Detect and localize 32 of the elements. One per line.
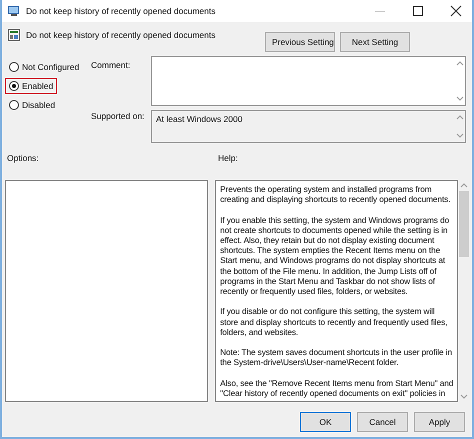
policy-name: Do not keep history of recently opened documents bbox=[26, 30, 216, 40]
scroll-up-icon[interactable] bbox=[456, 60, 464, 66]
supported-label: Supported on: bbox=[91, 111, 146, 121]
options-label: Options: bbox=[6, 153, 40, 163]
dialog-button[interactable]: Cancel bbox=[357, 412, 408, 432]
scroll-down-icon[interactable] bbox=[460, 394, 468, 400]
nav-button[interactable]: Next Setting bbox=[340, 32, 410, 52]
maximize-icon[interactable] bbox=[412, 5, 424, 17]
dialog-button[interactable]: Apply bbox=[414, 412, 465, 432]
help-paragraph: Also, see the "Remove Recent Items menu from Start Menu" and "Clear history of recently opened documents on exit" policies in bbox=[220, 378, 454, 398]
comment-label: Comment: bbox=[91, 60, 132, 70]
radio-option[interactable]: Disabled bbox=[5, 97, 60, 113]
policy-icon bbox=[8, 29, 20, 41]
scroll-down-icon[interactable] bbox=[456, 133, 464, 139]
close-icon[interactable] bbox=[450, 5, 462, 17]
radio-option[interactable]: Not Configured bbox=[5, 59, 84, 75]
comment-field[interactable] bbox=[151, 56, 466, 106]
help-paragraph: Prevents the operating system and installed programs from creating and displaying shortcuts to recently opened documents. bbox=[220, 184, 452, 204]
scrollbar-thumb[interactable] bbox=[458, 191, 468, 257]
scroll-down-icon[interactable] bbox=[456, 96, 464, 102]
app-icon bbox=[7, 5, 21, 17]
dialog-button[interactable]: OK bbox=[300, 412, 351, 432]
scroll-up-icon[interactable] bbox=[460, 182, 468, 188]
help-label: Help: bbox=[218, 153, 238, 163]
window-title: Do not keep history of recently opened documents bbox=[26, 6, 216, 16]
help-paragraph: If you enable this setting, the system and Windows programs do not create shortcuts to documents opened while the setting is in effect. Also, they retain but do not display existing document shortcuts. The system empties the Recent Items menu on the Start menu, and Windows programs do not display shortcuts at the bottom of the File menu. In addition, the Jump Lists off of programs in the Start Menu and Taskbar do not show lists of recently or frequently used files, folders, or websites. bbox=[220, 214, 450, 296]
nav-button[interactable]: Previous Setting bbox=[265, 32, 335, 52]
help-paragraph: If you disable or do not configure this setting, the system will store and display shortcuts to recently and frequently used files, folders, and websites. bbox=[220, 306, 448, 338]
radio-option[interactable]: Enabled bbox=[5, 78, 58, 94]
help-paragraph: Note: The system saves document shortcuts in the user profile in the System-drive\Users\User-name\Recent folder. bbox=[220, 347, 453, 368]
supported-text: At least Windows 2000 bbox=[156, 114, 242, 124]
scroll-up-icon[interactable] bbox=[456, 114, 464, 120]
